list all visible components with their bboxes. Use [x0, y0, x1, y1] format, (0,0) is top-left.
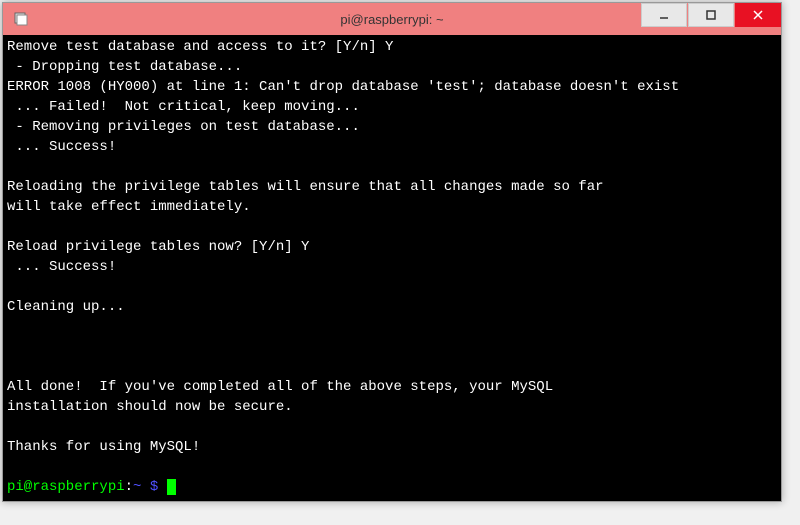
minimize-button[interactable]: [641, 3, 687, 27]
prompt-user: pi@raspberrypi: [7, 479, 125, 495]
window-title: pi@raspberrypi: ~: [340, 12, 443, 27]
titlebar[interactable]: pi@raspberrypi: ~: [3, 3, 781, 35]
prompt-path: ~ $: [133, 479, 167, 495]
app-icon: [11, 9, 31, 29]
prompt-separator: :: [125, 479, 133, 495]
app-window: pi@raspberrypi: ~ Remove test database a…: [2, 2, 782, 502]
terminal-text: Remove test database and access to it? […: [7, 39, 679, 455]
cursor-icon: [167, 479, 176, 495]
close-button[interactable]: [735, 3, 781, 27]
terminal-output[interactable]: Remove test database and access to it? […: [3, 35, 781, 501]
window-controls: [641, 3, 781, 35]
maximize-button[interactable]: [688, 3, 734, 27]
